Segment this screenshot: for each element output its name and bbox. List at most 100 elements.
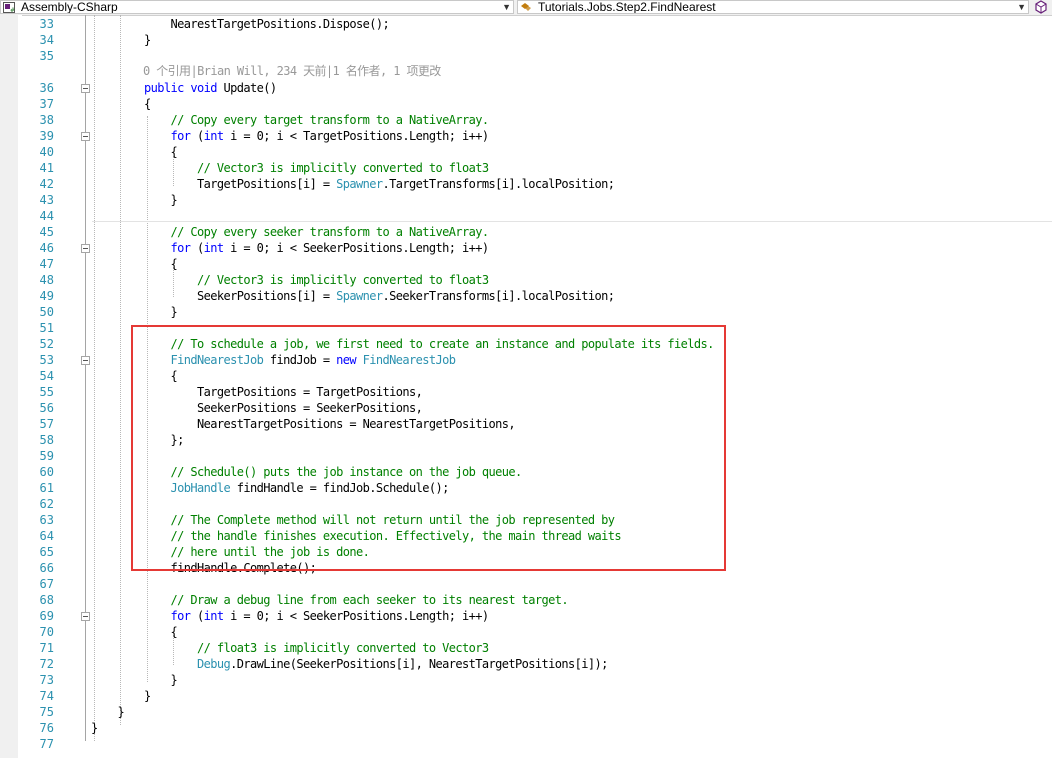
member-cube-icon[interactable] [1034, 0, 1048, 14]
code-text: } [91, 32, 151, 48]
code-token: } [91, 673, 178, 687]
code-text: SeekerPositions[i] = Spawner.SeekerTrans… [91, 288, 615, 304]
line-number: 38 [39, 113, 54, 127]
code-line[interactable]: 38 // Copy every target transform to a N… [0, 112, 1052, 128]
code-line[interactable]: 70 { [0, 624, 1052, 640]
code-line[interactable]: 76} [0, 720, 1052, 736]
line-number: 62 [39, 497, 54, 511]
code-line[interactable]: 40 { [0, 144, 1052, 160]
code-text: for (int i = 0; i < TargetPositions.Leng… [91, 128, 490, 144]
code-line[interactable]: 68 // Draw a debug line from each seeker… [0, 592, 1052, 608]
code-line[interactable]: 41 // Vector3 is implicitly converted to… [0, 160, 1052, 176]
code-token: // float3 is implicitly converted to Vec… [197, 641, 489, 655]
code-line[interactable]: 74 } [0, 688, 1052, 704]
line-number: 43 [39, 193, 54, 207]
code-line[interactable]: 69 for (int i = 0; i < SeekerPositions.L… [0, 608, 1052, 624]
line-number: 33 [39, 17, 54, 31]
line-number: 68 [39, 593, 54, 607]
code-token: ( [190, 241, 204, 255]
project-dropdown[interactable]: # Assembly-CSharp ▼ [0, 0, 514, 14]
code-line[interactable]: 46 for (int i = 0; i < SeekerPositions.L… [0, 240, 1052, 256]
collapse-icon[interactable] [81, 132, 90, 141]
code-line[interactable]: 47 { [0, 256, 1052, 272]
line-number: 77 [39, 737, 54, 751]
code-line[interactable]: 45 // Copy every seeker transform to a N… [0, 224, 1052, 240]
code-token: ( [190, 609, 204, 623]
line-number: 57 [39, 417, 54, 431]
code-token: } [91, 721, 98, 735]
code-line[interactable]: 35 [0, 48, 1052, 64]
code-token: .TargetTransforms[i].localPosition; [382, 177, 615, 191]
code-line[interactable]: 36 public void Update() [0, 80, 1052, 96]
line-number: 37 [39, 97, 54, 111]
line-number: 67 [39, 577, 54, 591]
code-line[interactable]: 33 NearestTargetPositions.Dispose(); [0, 16, 1052, 32]
code-token: .SeekerTransforms[i].localPosition; [382, 289, 615, 303]
code-token: // Vector3 is implicitly converted to fl… [197, 161, 489, 175]
code-line[interactable]: 73 } [0, 672, 1052, 688]
code-line[interactable]: 75 } [0, 704, 1052, 720]
code-token: { [91, 97, 151, 111]
code-line[interactable]: 43 } [0, 192, 1052, 208]
chevron-down-icon: ▼ [502, 2, 511, 12]
type-dropdown[interactable]: Tutorials.Jobs.Step2.FindNearest ▼ [517, 0, 1029, 14]
code-token: int [203, 129, 224, 143]
collapse-icon[interactable] [81, 612, 90, 621]
code-line[interactable]: 42 TargetPositions[i] = Spawner.TargetTr… [0, 176, 1052, 192]
code-line[interactable]: 71 // float3 is implicitly converted to … [0, 640, 1052, 656]
code-token: .DrawLine(SeekerPositions[i], NearestTar… [230, 657, 608, 671]
code-line[interactable]: 34 } [0, 32, 1052, 48]
code-token: Spawner [336, 289, 383, 303]
code-token: } [91, 193, 178, 207]
code-token: // Copy every target transform to a Nati… [170, 113, 490, 127]
code-line[interactable]: 72 Debug.DrawLine(SeekerPositions[i], Ne… [0, 656, 1052, 672]
code-text: // Draw a debug line from each seeker to… [91, 592, 569, 608]
code-text: { [91, 96, 151, 112]
line-number: 35 [39, 49, 54, 63]
code-line[interactable]: 49 SeekerPositions[i] = Spawner.SeekerTr… [0, 288, 1052, 304]
code-line[interactable]: 67 [0, 576, 1052, 592]
line-number: 52 [39, 337, 54, 351]
code-token: ( [190, 129, 204, 143]
collapse-icon[interactable] [81, 84, 90, 93]
line-number: 41 [39, 161, 54, 175]
code-editor[interactable]: 0 个引用|Brian Will, 234 天前|1 名作者, 1 项更改 33… [0, 15, 1052, 758]
line-number: 64 [39, 529, 54, 543]
code-token: for [170, 241, 191, 255]
code-line[interactable]: 37 { [0, 96, 1052, 112]
code-line[interactable]: 50 } [0, 304, 1052, 320]
line-number: 66 [39, 561, 54, 575]
code-token: { [91, 257, 178, 271]
code-text: { [91, 624, 177, 640]
code-token: TargetPositions[i] = [91, 177, 337, 191]
line-number: 70 [39, 625, 54, 639]
code-text: } [91, 672, 177, 688]
code-text: // Copy every target transform to a Nati… [91, 112, 490, 128]
collapse-icon[interactable] [81, 244, 90, 253]
line-number: 50 [39, 305, 54, 319]
code-line[interactable]: 44 [0, 208, 1052, 224]
line-number: 36 [39, 81, 54, 95]
codelens-info[interactable]: 0 个引用|Brian Will, 234 天前|1 名作者, 1 项更改 [143, 63, 441, 79]
navigation-bar: # Assembly-CSharp ▼ Tutorials.Jobs.Step2… [0, 0, 1052, 16]
class-icon [521, 3, 531, 11]
highlight-box [131, 325, 726, 571]
code-text: { [91, 144, 177, 160]
line-number: 39 [39, 129, 54, 143]
line-number: 65 [39, 545, 54, 559]
line-number: 45 [39, 225, 54, 239]
code-line[interactable]: 48 // Vector3 is implicitly converted to… [0, 272, 1052, 288]
code-line[interactable]: 39 for (int i = 0; i < TargetPositions.L… [0, 128, 1052, 144]
code-line[interactable]: 77 [0, 736, 1052, 752]
code-token: } [91, 705, 125, 719]
code-token: } [91, 33, 151, 47]
code-text: // float3 is implicitly converted to Vec… [91, 640, 489, 656]
code-token: { [91, 625, 178, 639]
line-number: 71 [39, 641, 54, 655]
collapse-icon[interactable] [81, 356, 90, 365]
chevron-down-icon: ▼ [1017, 2, 1026, 12]
line-number: 46 [39, 241, 54, 255]
project-dropdown-label: Assembly-CSharp [21, 0, 118, 14]
